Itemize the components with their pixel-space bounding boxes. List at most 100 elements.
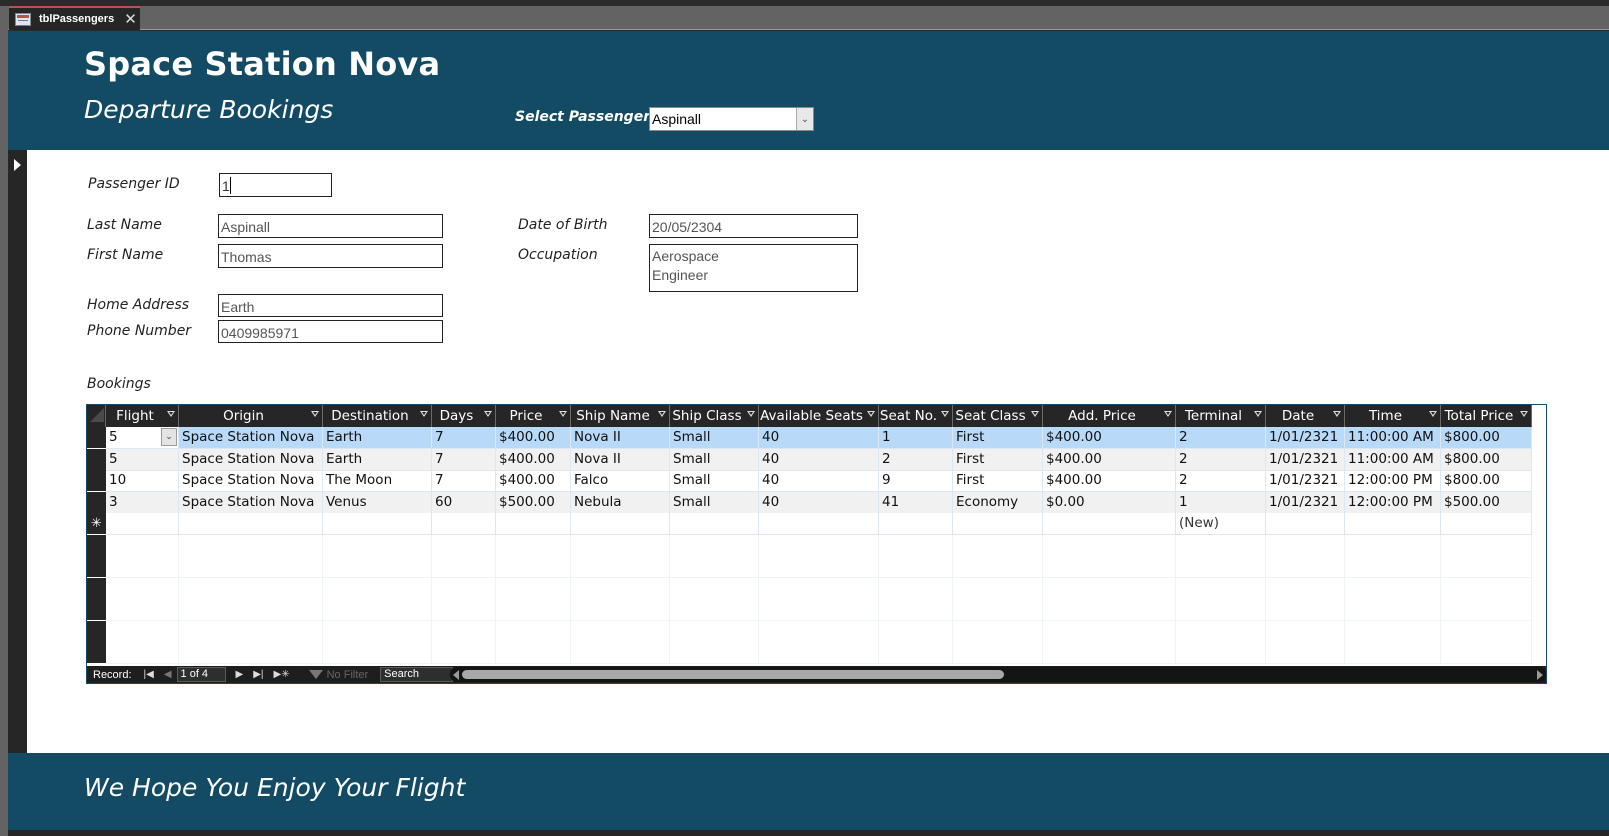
row-selector[interactable] xyxy=(87,491,106,514)
cell-available-seats[interactable]: 40 xyxy=(759,470,879,492)
search-input[interactable]: Search xyxy=(380,667,454,682)
cell-time[interactable]: 12:00:00 PM xyxy=(1345,470,1441,492)
current-record-input[interactable]: 1 of 4 xyxy=(176,667,226,682)
cell-add-price[interactable]: $0.00 xyxy=(1043,491,1176,514)
filter-dropdown-icon[interactable] xyxy=(747,411,755,417)
cell-origin[interactable]: Space Station Nova xyxy=(179,427,323,449)
filter-dropdown-icon[interactable] xyxy=(420,411,428,417)
select-all-button[interactable] xyxy=(87,405,106,427)
select-passenger-value[interactable]: Aspinall xyxy=(650,108,796,130)
new-record-icon[interactable]: ▶✳ xyxy=(274,669,290,680)
cell-days[interactable]: 7 xyxy=(432,470,496,492)
column-header-price[interactable]: Price xyxy=(496,405,571,427)
filter-dropdown-icon[interactable] xyxy=(1031,411,1039,417)
empty-row[interactable] xyxy=(87,556,1532,578)
no-filter-button[interactable]: No Filter xyxy=(308,669,368,681)
cell-time[interactable]: 11:00:00 AM xyxy=(1345,427,1441,449)
cell-days[interactable]: 60 xyxy=(432,491,496,514)
column-header-destination[interactable]: Destination xyxy=(323,405,432,427)
filter-dropdown-icon[interactable] xyxy=(311,411,319,417)
empty-row[interactable] xyxy=(87,599,1532,621)
column-header-flight[interactable]: Flight xyxy=(106,405,179,427)
filter-dropdown-icon[interactable] xyxy=(1429,411,1437,417)
last-record-icon[interactable]: ▶| xyxy=(253,669,263,680)
select-passenger-combo[interactable]: Aspinall ⌄ xyxy=(649,107,814,131)
cell-seat-class[interactable]: First xyxy=(953,470,1043,492)
scrollbar-thumb[interactable] xyxy=(462,670,1004,679)
column-header-ship-class[interactable]: Ship Class xyxy=(670,405,759,427)
cell-origin[interactable]: Space Station Nova xyxy=(179,470,323,492)
cell-ship-class[interactable]: Small xyxy=(670,491,759,514)
filter-dropdown-icon[interactable] xyxy=(1520,411,1528,417)
empty-row[interactable] xyxy=(87,577,1532,600)
cell-flight[interactable]: 3 xyxy=(106,491,179,514)
column-header-seat-no[interactable]: Seat No. xyxy=(879,405,953,427)
row-selector[interactable] xyxy=(87,599,106,621)
cell-total-price[interactable]: $800.00 xyxy=(1441,427,1532,449)
cell-available-seats[interactable]: 40 xyxy=(759,491,879,514)
cell-price[interactable] xyxy=(496,513,571,535)
cell-available-seats[interactable]: 40 xyxy=(759,427,879,449)
cell-time[interactable]: 12:00:00 PM xyxy=(1345,491,1441,514)
cell-seat-class[interactable]: First xyxy=(953,448,1043,471)
cell-ship-name[interactable] xyxy=(571,513,670,535)
cell-add-price[interactable]: $400.00 xyxy=(1043,448,1176,471)
row-selector[interactable] xyxy=(87,620,106,643)
cell-total-price[interactable]: $800.00 xyxy=(1441,448,1532,471)
cell-total-price[interactable]: $500.00 xyxy=(1441,491,1532,514)
cell-flight[interactable] xyxy=(106,513,179,535)
cell-destination[interactable]: The Moon xyxy=(323,470,432,492)
column-header-date[interactable]: Date xyxy=(1266,405,1345,427)
cell-seat-no[interactable]: 41 xyxy=(879,491,953,514)
row-selector[interactable] xyxy=(87,534,106,557)
passenger-id-field[interactable]: 1 xyxy=(219,173,332,197)
row-selector[interactable] xyxy=(87,642,106,664)
cell-flight[interactable]: 10 xyxy=(106,470,179,492)
cell-ship-name[interactable]: Nebula xyxy=(571,491,670,514)
table-row[interactable]: 3 Space Station Nova Venus 60 $500.00 Nebula S… xyxy=(87,491,1532,514)
cell-total-price[interactable]: $800.00 xyxy=(1441,470,1532,492)
cell-terminal[interactable]: 2 xyxy=(1176,427,1266,449)
cell-date[interactable]: 1/01/2321 xyxy=(1266,491,1345,514)
cell-price[interactable]: $400.00 xyxy=(496,448,571,471)
cell-time[interactable] xyxy=(1345,513,1441,535)
row-selector[interactable] xyxy=(87,556,106,578)
date-of-birth-field[interactable]: 20/05/2304 xyxy=(649,214,858,238)
cell-terminal[interactable]: 2 xyxy=(1176,470,1266,492)
cell-destination[interactable]: Earth xyxy=(323,427,432,449)
cell-seat-no[interactable]: 9 xyxy=(879,470,953,492)
filter-dropdown-icon[interactable] xyxy=(1164,411,1172,417)
filter-dropdown-icon[interactable] xyxy=(167,411,175,417)
column-header-days[interactable]: Days xyxy=(432,405,496,427)
column-header-ship-name[interactable]: Ship Name xyxy=(571,405,670,427)
cell-total-price[interactable] xyxy=(1441,513,1532,535)
cell-available-seats[interactable]: 40 xyxy=(759,448,879,471)
cell-ship-class[interactable]: Small xyxy=(670,470,759,492)
cell-destination[interactable]: Earth xyxy=(323,448,432,471)
cell-days[interactable]: 7 xyxy=(432,448,496,471)
cell-seat-no[interactable]: 1 xyxy=(879,427,953,449)
column-header-origin[interactable]: Origin xyxy=(179,405,323,427)
filter-dropdown-icon[interactable] xyxy=(484,411,492,417)
row-selector[interactable] xyxy=(87,427,106,449)
cell-seat-no[interactable] xyxy=(879,513,953,535)
first-name-field[interactable]: Thomas xyxy=(218,244,443,268)
scroll-left-icon[interactable] xyxy=(453,670,459,680)
first-record-icon[interactable]: |◀ xyxy=(144,669,154,680)
cell-price[interactable]: $400.00 xyxy=(496,427,571,449)
row-selector[interactable] xyxy=(87,577,106,600)
phone-number-field[interactable]: 0409985971 xyxy=(218,320,443,343)
cell-add-price[interactable]: $400.00 xyxy=(1043,470,1176,492)
new-record-row[interactable]: ✳ (New) xyxy=(87,513,1532,535)
empty-row[interactable] xyxy=(87,620,1532,643)
next-record-icon[interactable]: ▶ xyxy=(236,669,244,680)
tab-tblpassengers[interactable]: tblPassengers ✕ xyxy=(9,6,140,30)
column-header-available-seats[interactable]: Available Seats xyxy=(759,405,879,427)
close-icon[interactable]: ✕ xyxy=(124,11,137,27)
cell-price[interactable]: $500.00 xyxy=(496,491,571,514)
column-header-seat-class[interactable]: Seat Class xyxy=(953,405,1043,427)
cell-origin[interactable]: Space Station Nova xyxy=(179,448,323,471)
filter-dropdown-icon[interactable] xyxy=(1254,411,1262,417)
row-selector[interactable]: ✳ xyxy=(87,513,106,535)
column-header-terminal[interactable]: Terminal xyxy=(1176,405,1266,427)
